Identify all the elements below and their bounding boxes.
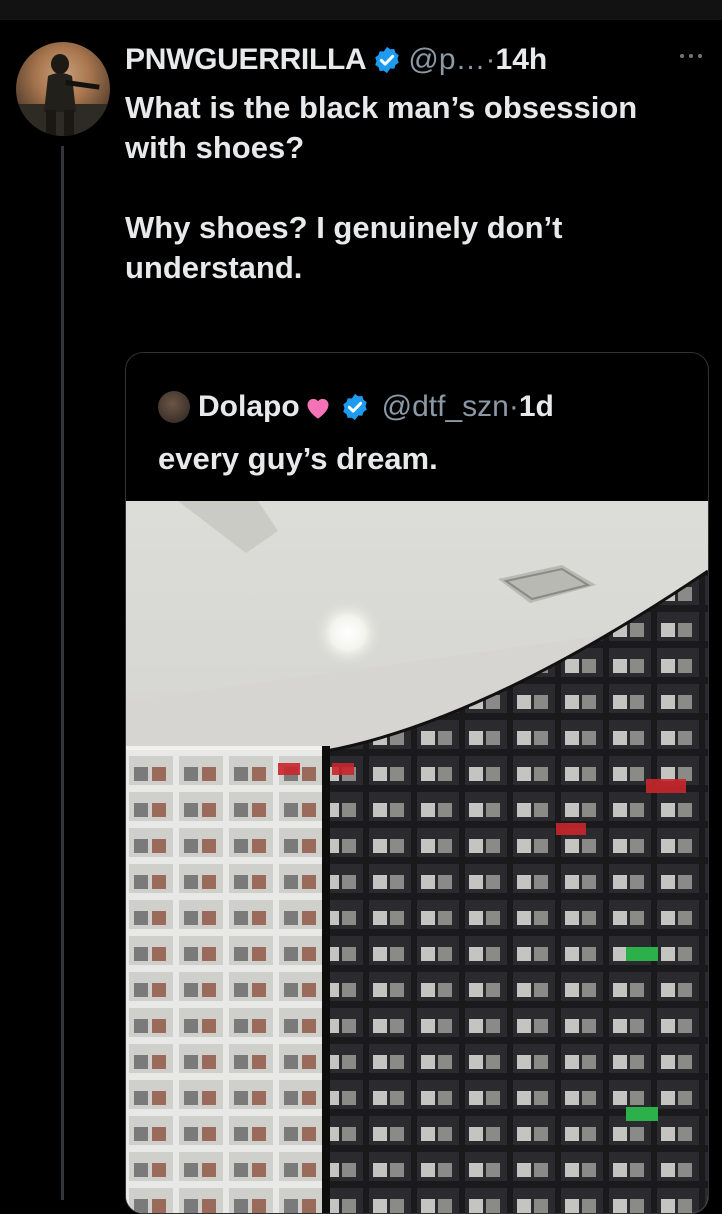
header-separator: · [485, 43, 496, 76]
pink-heart-emoji [307, 398, 329, 419]
thread-connector-line [61, 146, 64, 1200]
tweet-paragraph: What is the black man’s obsession with s… [125, 90, 638, 165]
author-avatar[interactable] [16, 42, 110, 136]
author-handle[interactable]: @p… [408, 43, 485, 77]
quoted-tweet-timestamp: 1d [518, 390, 554, 423]
quoted-header-separator: · [508, 390, 519, 423]
sneaker-closet-photo[interactable] [126, 501, 708, 1213]
tweet-paragraph: Why shoes? I genuinely don’t understand. [125, 210, 563, 285]
verified-badge-icon [342, 393, 367, 421]
tweet-header: PNWGUERRILLA @p… · 14h [125, 40, 547, 80]
tweet-body: What is the black man’s obsession with s… [125, 88, 695, 288]
quoted-author-handle: @dtf_szn [381, 390, 509, 423]
quoted-author-avatar [158, 391, 190, 423]
soldier-silhouette [16, 54, 110, 136]
top-status-strip [0, 0, 722, 20]
quoted-tweet-header: Dolapo @dtf_szn · 1d [158, 389, 554, 425]
verified-badge-icon [375, 46, 400, 74]
tweet-timestamp[interactable]: 14h [496, 43, 548, 77]
quoted-tweet-card[interactable]: Dolapo @dtf_szn · 1d every guy’s dream. [125, 352, 709, 1214]
quoted-author-display-name: Dolapo [198, 390, 300, 423]
quoted-tweet-text: every guy’s dream. [158, 441, 438, 476]
author-display-name[interactable]: PNWGUERRILLA [125, 43, 367, 77]
more-options-icon[interactable] [678, 50, 704, 62]
